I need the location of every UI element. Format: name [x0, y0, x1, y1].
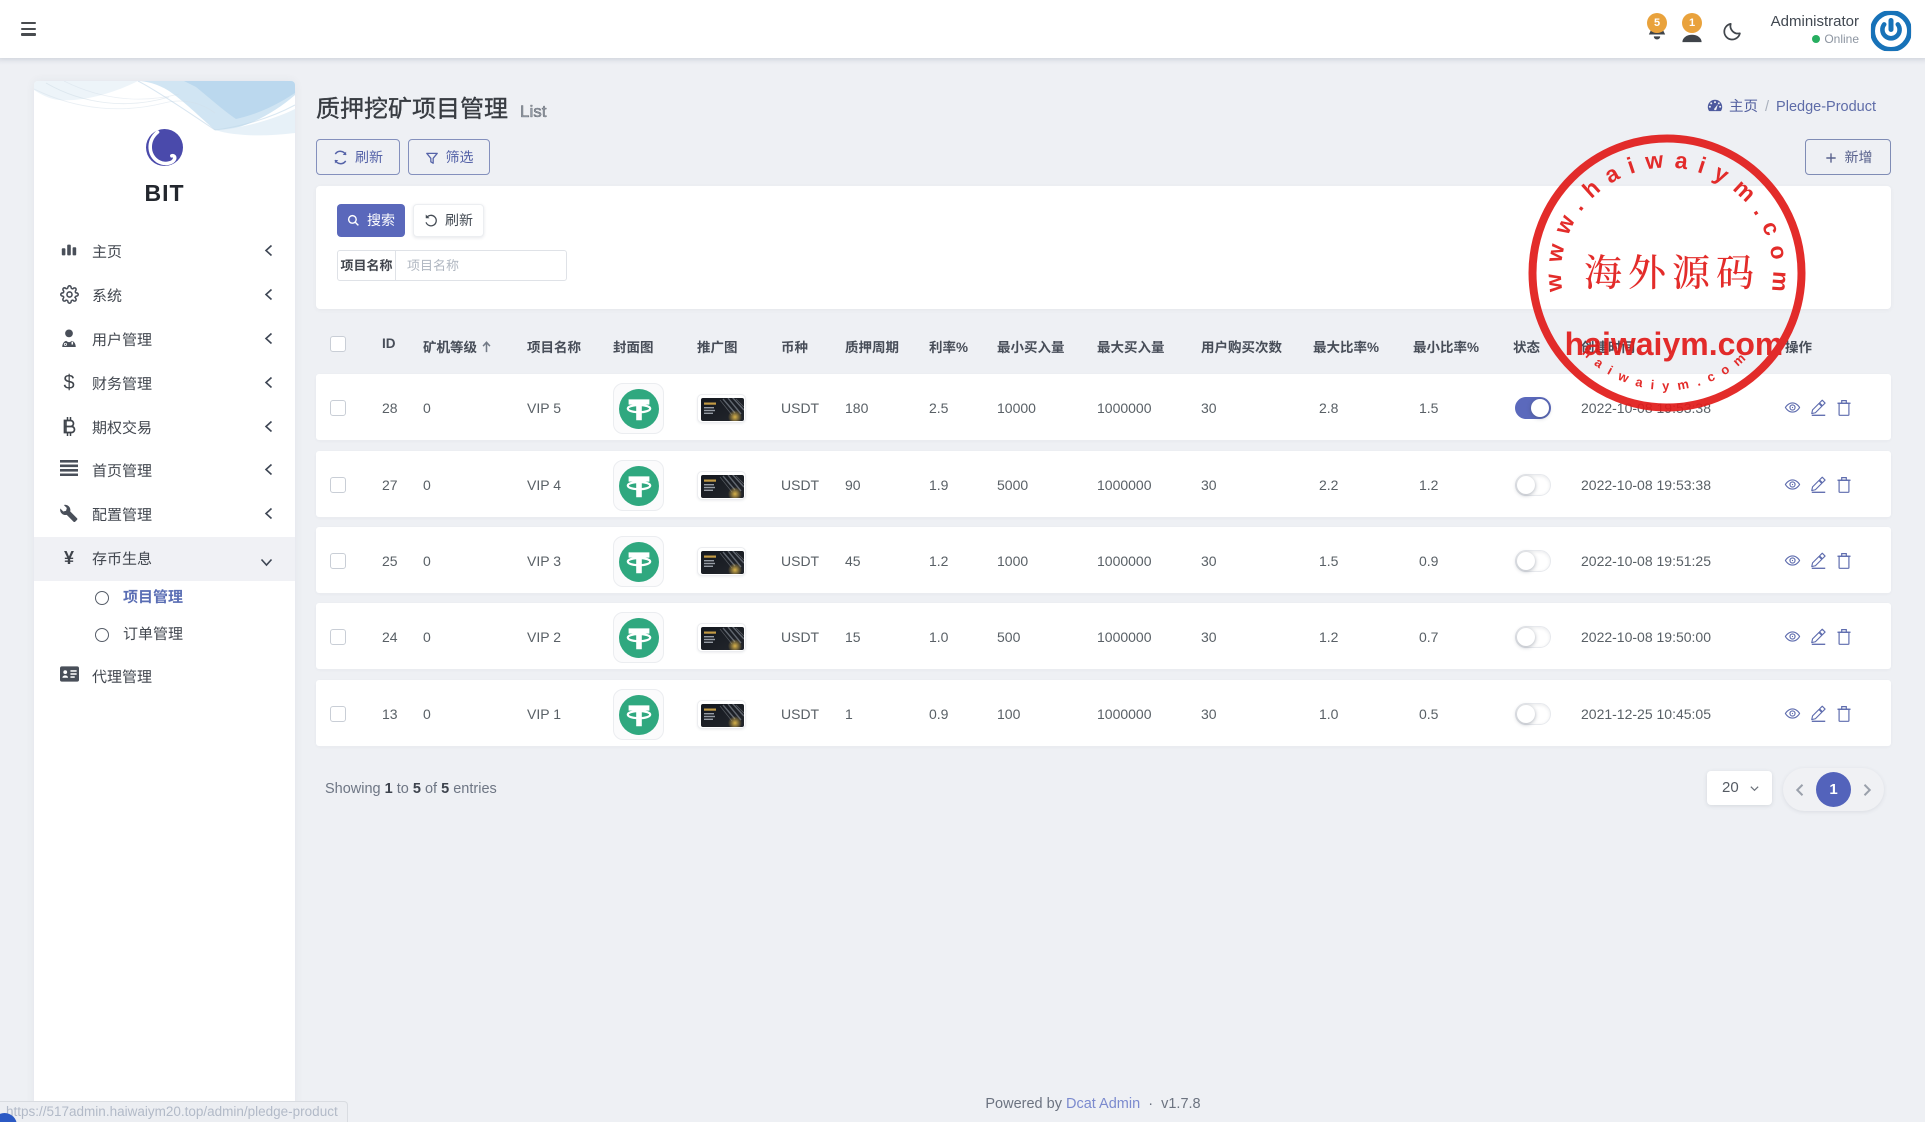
svg-text:海外源码: 海外源码 — [1584, 242, 1760, 297]
